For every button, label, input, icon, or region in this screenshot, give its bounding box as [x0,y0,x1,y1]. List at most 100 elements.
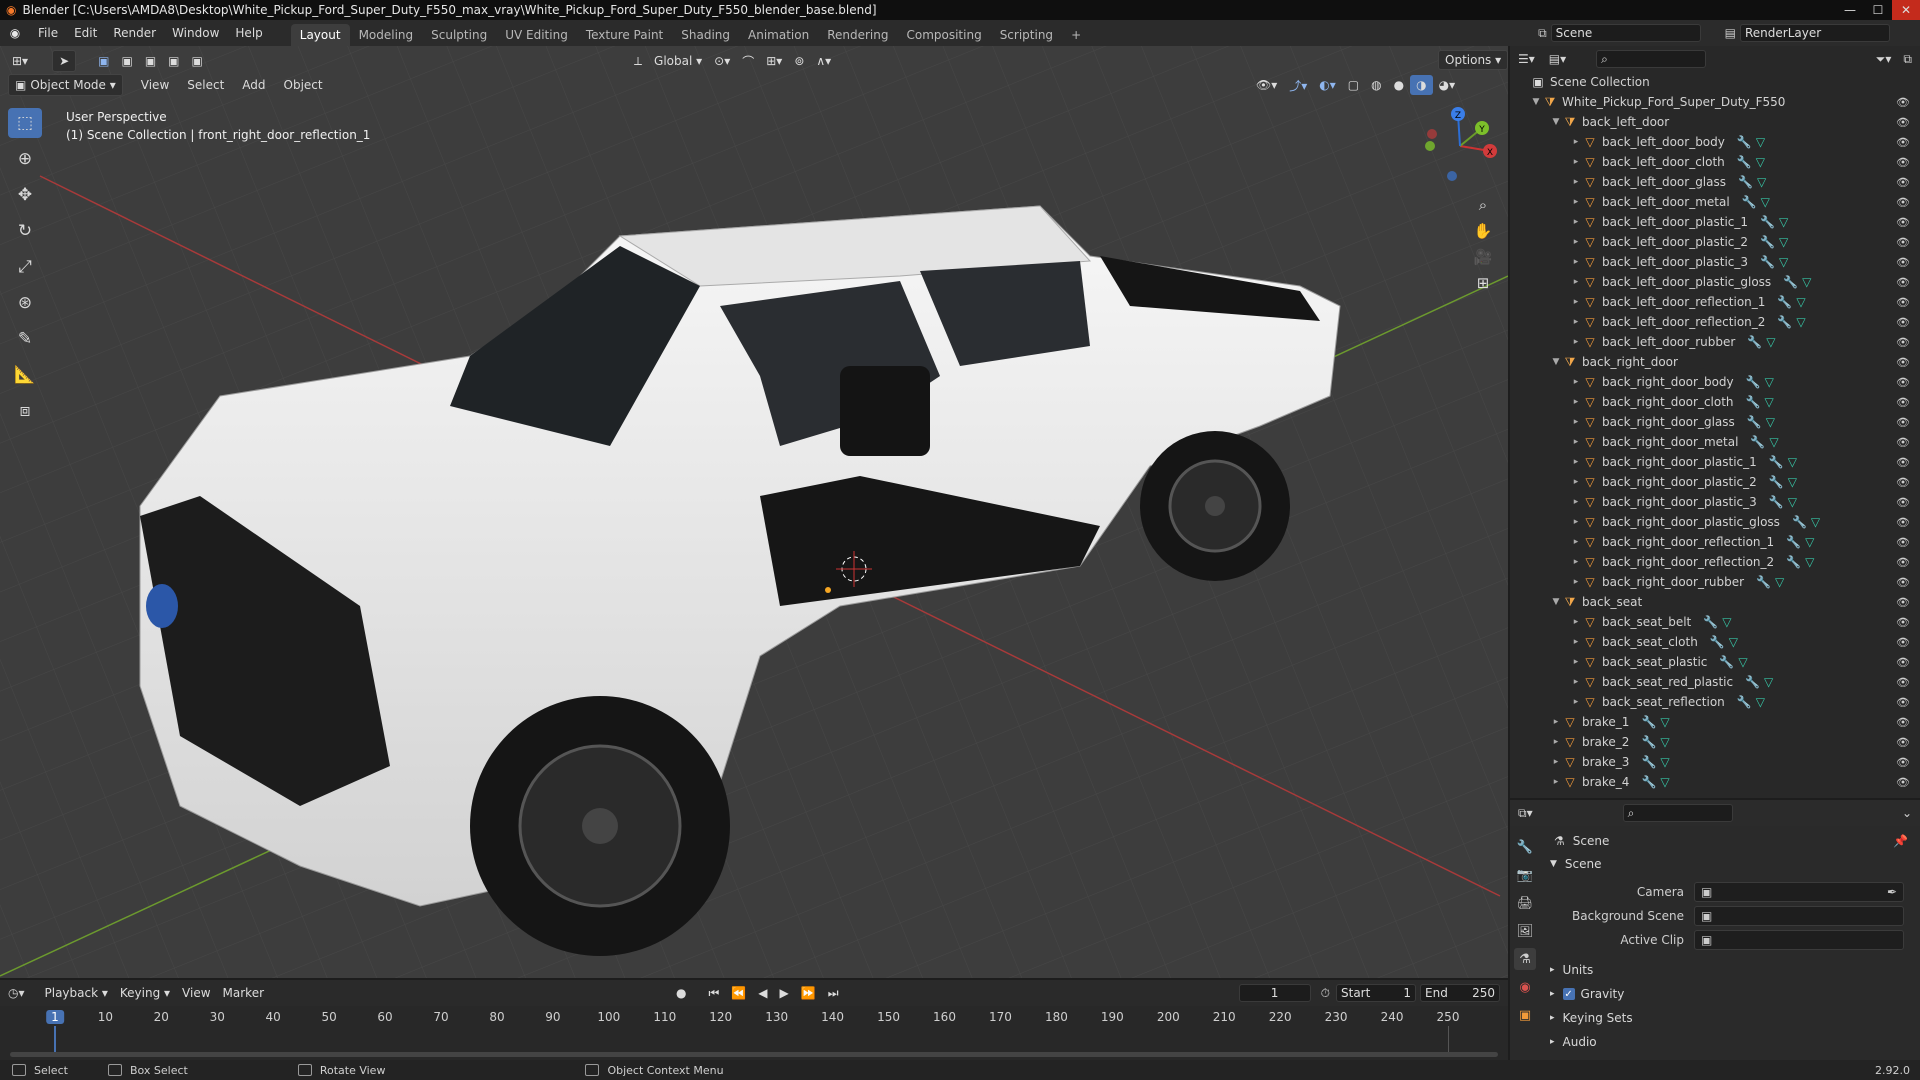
select-mode-intersect-icon[interactable]: ▣ [186,51,209,71]
expand-right-icon[interactable]: ▸ [1550,757,1562,767]
scene-field[interactable]: Scene [1550,24,1701,42]
modifier-icon[interactable]: 🔧 ▽ [1737,695,1765,709]
tab-scripting[interactable]: Scripting [991,24,1062,46]
outliner-object-row[interactable]: ▸ ▽ brake_4 🔧 ▽ 👁 [1510,772,1920,792]
expand-right-icon[interactable]: ▸ [1570,617,1582,627]
shading-material-icon[interactable]: ◑ [1410,75,1433,95]
scene-panel-header[interactable]: ▼ Scene [1544,852,1914,876]
renderlayer-field[interactable]: RenderLayer [1740,24,1890,42]
visibility-eye-icon[interactable]: 👁 [1896,256,1910,269]
menu-playback[interactable]: Playback ▾ [39,983,114,1003]
visibility-eye-icon[interactable]: 👁 [1896,116,1910,129]
outliner-object-row[interactable]: ▸ ▽ back_left_door_plastic_2 🔧 ▽ 👁 [1510,232,1920,252]
visibility-eye-icon[interactable]: 👁 [1896,176,1910,189]
output-tab-icon[interactable]: 🖨 [1514,892,1536,914]
tab-modeling[interactable]: Modeling [350,24,423,46]
scene-tab-icon[interactable]: ⚗ [1514,948,1536,970]
modifier-icon[interactable]: 🔧 ▽ [1641,775,1669,789]
expand-right-icon[interactable]: ▸ [1570,537,1582,547]
proportional-edit-icon[interactable]: ⊚ [788,51,810,71]
expand-down-icon[interactable]: ▼ [1550,597,1562,607]
visibility-eye-icon[interactable]: 👁 [1896,596,1910,609]
overlay-toggle-icon[interactable]: ◐▾ [1313,75,1342,95]
expand-right-icon[interactable]: ▸ [1570,437,1582,447]
expand-right-icon[interactable]: ▸ [1570,557,1582,567]
outliner-object-row[interactable]: ▸ ▽ back_left_door_cloth 🔧 ▽ 👁 [1510,152,1920,172]
expand-right-icon[interactable]: ▸ [1570,497,1582,507]
outliner-object-row[interactable]: ▸ ▽ back_right_door_cloth 🔧 ▽ 👁 [1510,392,1920,412]
mesh-data-icon[interactable]: ▽ [1660,755,1669,769]
falloff-icon[interactable]: ∧▾ [810,51,837,71]
outliner-scene-collection[interactable]: ▣ Scene Collection [1510,72,1920,92]
expand-down-icon[interactable]: ▼ [1550,117,1562,127]
visibility-eye-icon[interactable]: 👁 [1896,456,1910,469]
expand-down-icon[interactable]: ▼ [1550,357,1562,367]
mesh-data-icon[interactable]: ▽ [1761,195,1770,209]
play-reverse-icon[interactable]: ◀ [752,983,773,1003]
end-frame-field[interactable]: End 250 [1420,984,1500,1002]
outliner-object-row[interactable]: ▸ ▽ back_right_door_plastic_gloss 🔧 ▽ 👁 [1510,512,1920,532]
menu-help[interactable]: Help [227,20,270,46]
visibility-eye-icon[interactable]: 👁 [1896,196,1910,209]
visibility-eye-icon[interactable]: 👁 [1896,576,1910,589]
menu-window[interactable]: Window [164,20,227,46]
outliner-object-row[interactable]: ▸ ▽ back_seat_reflection 🔧 ▽ 👁 [1510,692,1920,712]
modifier-icon[interactable]: 🔧 ▽ [1777,295,1805,309]
object-tab-icon[interactable]: ▣ [1514,1004,1536,1026]
playhead-frame[interactable]: 1 [46,1010,64,1024]
mesh-data-icon[interactable]: ▽ [1788,495,1797,509]
outliner-object-row[interactable]: ▸ ▽ back_left_door_reflection_1 🔧 ▽ 👁 [1510,292,1920,312]
expand-right-icon[interactable]: ▸ [1570,697,1582,707]
property-field[interactable]: ▣ ✒ [1694,882,1904,902]
modifier-icon[interactable]: 🔧 ▽ [1792,515,1820,529]
record-icon[interactable]: ● [670,983,692,1003]
outliner-object-row[interactable]: ▸ ▽ back_right_door_rubber 🔧 ▽ 👁 [1510,572,1920,592]
blender-menu-icon[interactable]: ◉ [0,26,30,40]
object-mode-dropdown[interactable]: ▣ Object Mode ▾ [8,74,123,96]
outliner-object-row[interactable]: ▸ ▽ back_left_door_glass 🔧 ▽ 👁 [1510,172,1920,192]
select-tool-icon[interactable]: ➤ [52,50,77,72]
mesh-data-icon[interactable]: ▽ [1788,455,1797,469]
xray-toggle-icon[interactable]: ▢ [1342,75,1365,95]
modifier-icon[interactable]: 🔧 ▽ [1786,535,1814,549]
mesh-data-icon[interactable]: ▽ [1779,255,1788,269]
expand-right-icon[interactable]: ▸ [1570,377,1582,387]
outliner-object-row[interactable]: ▸ ▽ back_left_door_plastic_1 🔧 ▽ 👁 [1510,212,1920,232]
subpanel-header[interactable]: ▸ Keying Sets [1544,1006,1914,1030]
outliner-object-row[interactable]: ▸ ▽ brake_1 🔧 ▽ 👁 [1510,712,1920,732]
outliner-collection-row[interactable]: ▼ ⧩ back_right_door 👁 [1510,352,1920,372]
maximize-icon[interactable]: ☐ [1864,0,1892,20]
ortho-grid-icon[interactable]: ⊞ [1470,270,1496,296]
jump-keyframe-forward-icon[interactable]: ⏩ [795,983,822,1003]
visibility-eye-icon[interactable]: 👁 [1896,216,1910,229]
modifier-icon[interactable]: 🔧 ▽ [1769,475,1797,489]
menu-keying[interactable]: Keying ▾ [114,983,176,1003]
expand-right-icon[interactable]: ▸ [1550,737,1562,747]
tab-texture-paint[interactable]: Texture Paint [577,24,672,46]
visibility-eye-icon[interactable]: 👁 [1896,656,1910,669]
visibility-eye-icon[interactable]: 👁 [1896,336,1910,349]
mesh-data-icon[interactable]: ▽ [1660,715,1669,729]
modifier-icon[interactable]: 🔧 ▽ [1737,155,1765,169]
visibility-eye-icon[interactable]: 👁 [1896,236,1910,249]
chevron-down-icon[interactable]: ⌄ [1902,806,1912,820]
modifier-icon[interactable]: 🔧 ▽ [1745,675,1773,689]
mesh-data-icon[interactable]: ▽ [1796,315,1805,329]
outliner-collection-row[interactable]: ▼ ⧩ back_seat 👁 [1510,592,1920,612]
visibility-eye-icon[interactable]: 👁 [1896,376,1910,389]
outliner-object-row[interactable]: ▸ ▽ back_right_door_plastic_1 🔧 ▽ 👁 [1510,452,1920,472]
modifier-icon[interactable]: 🔧 ▽ [1760,255,1788,269]
outliner-object-row[interactable]: ▸ ▽ back_seat_belt 🔧 ▽ 👁 [1510,612,1920,632]
jump-end-icon[interactable]: ⏭ [822,983,845,1003]
tab-uv-editing[interactable]: UV Editing [496,24,577,46]
visibility-eye-icon[interactable]: 👁 [1896,776,1910,789]
expand-right-icon[interactable]: ▸ [1570,257,1582,267]
mesh-data-icon[interactable]: ▽ [1722,615,1731,629]
new-collection-icon[interactable]: ⧉ [1903,52,1912,67]
visibility-eye-icon[interactable]: 👁 [1896,416,1910,429]
tab-animation[interactable]: Animation [739,24,818,46]
mesh-data-icon[interactable]: ▽ [1811,515,1820,529]
modifier-icon[interactable]: 🔧 ▽ [1737,135,1765,149]
outliner-object-row[interactable]: ▸ ▽ back_left_door_rubber 🔧 ▽ 👁 [1510,332,1920,352]
snap-magnet-icon[interactable]: ⌒ [736,51,760,71]
